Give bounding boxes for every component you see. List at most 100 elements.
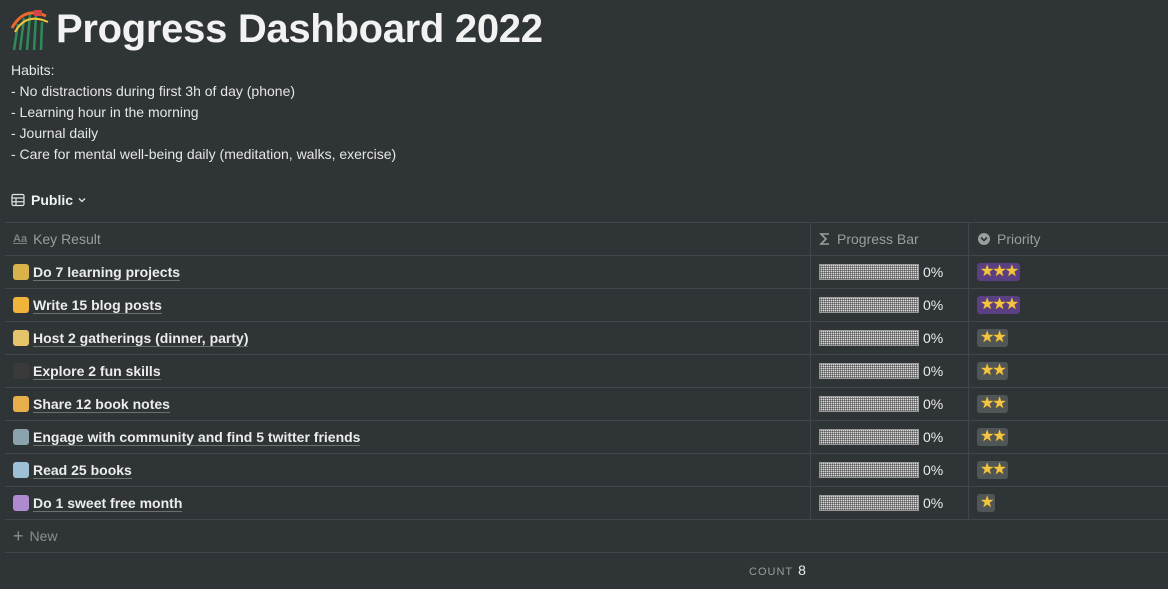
- chevron-down-icon: [78, 198, 86, 203]
- progress-cell[interactable]: 0%: [811, 388, 969, 420]
- progress-percent: 0%: [923, 495, 944, 511]
- table-row[interactable]: Share 12 book notes 0% ★ ★: [5, 388, 1168, 421]
- progress-cell[interactable]: 0%: [811, 289, 969, 321]
- key-result-cell[interactable]: Write 15 blog posts: [5, 289, 811, 321]
- count-summary[interactable]: COUNT 8: [749, 562, 806, 578]
- select-property-icon: [977, 232, 991, 246]
- progress-cell[interactable]: 0%: [811, 322, 969, 354]
- star-icon: ★: [980, 494, 994, 511]
- progress-cell[interactable]: 0%: [811, 355, 969, 387]
- table-row[interactable]: Write 15 blog posts 0% ★ ★ ★: [5, 289, 1168, 322]
- column-header-priority[interactable]: Priority: [969, 223, 1168, 255]
- star-icon: ★: [1004, 263, 1019, 280]
- key-result-cell[interactable]: Read 25 books: [5, 454, 811, 486]
- open-book-emoji-icon: [13, 462, 29, 478]
- key-result-cell[interactable]: Share 12 book notes: [5, 388, 811, 420]
- star-icon: ★: [980, 296, 994, 313]
- description-line: - Journal daily: [11, 125, 99, 141]
- key-result-title[interactable]: Share 12 book notes: [33, 396, 170, 413]
- progress-bar: [819, 264, 919, 280]
- table-row[interactable]: Do 7 learning projects 0% ★ ★ ★: [5, 256, 1168, 289]
- priority-tag[interactable]: ★ ★: [977, 461, 1008, 479]
- progress-bar: [819, 396, 919, 412]
- priority-cell[interactable]: ★: [969, 487, 1168, 519]
- progress-cell[interactable]: 0%: [811, 454, 969, 486]
- column-header-label: Key Result: [33, 231, 101, 247]
- table-row[interactable]: Engage with community and find 5 twitter…: [5, 421, 1168, 454]
- roller-coaster-icon: [10, 10, 49, 51]
- progress-cell[interactable]: 0%: [811, 421, 969, 453]
- key-result-cell[interactable]: Explore 2 fun skills: [5, 355, 811, 387]
- table-header: Aa Key Result Progress Bar Priority: [5, 223, 1168, 256]
- table-view-icon: [11, 193, 25, 207]
- star-icon: ★: [980, 263, 994, 280]
- priority-cell[interactable]: ★ ★: [969, 421, 1168, 453]
- priority-tag[interactable]: ★ ★: [977, 428, 1008, 446]
- key-result-cell[interactable]: Engage with community and find 5 twitter…: [5, 421, 811, 453]
- page-header: Progress Dashboard 2022: [10, 6, 543, 52]
- new-row-button[interactable]: + New: [5, 520, 1168, 553]
- key-result-title[interactable]: Do 1 sweet free month: [33, 495, 183, 512]
- page-title: Progress Dashboard 2022: [56, 6, 543, 51]
- star-icon: ★: [992, 296, 1006, 313]
- priority-cell[interactable]: ★ ★: [969, 355, 1168, 387]
- fish-emoji-icon: [13, 429, 29, 445]
- key-result-title[interactable]: Write 15 blog posts: [33, 297, 162, 314]
- count-value: 8: [798, 562, 806, 578]
- progress-bar: [819, 363, 919, 379]
- priority-tag[interactable]: ★ ★ ★: [977, 296, 1021, 314]
- progress-cell[interactable]: 0%: [811, 256, 969, 288]
- table-row[interactable]: Host 2 gatherings (dinner, party) 0% ★ ★: [5, 322, 1168, 355]
- priority-tag[interactable]: ★: [977, 494, 996, 512]
- key-result-title[interactable]: Explore 2 fun skills: [33, 363, 161, 380]
- description-line: - Learning hour in the morning: [11, 104, 199, 120]
- progress-percent: 0%: [923, 297, 944, 313]
- progress-percent: 0%: [923, 264, 944, 280]
- description-line: - Care for mental well-being daily (medi…: [11, 146, 397, 162]
- key-result-cell[interactable]: Host 2 gatherings (dinner, party): [5, 322, 811, 354]
- star-icon: ★: [992, 395, 1006, 412]
- priority-cell[interactable]: ★ ★: [969, 388, 1168, 420]
- column-header-label: Progress Bar: [837, 231, 919, 247]
- new-row-label: New: [29, 528, 58, 544]
- key-result-title[interactable]: Host 2 gatherings (dinner, party): [33, 330, 249, 347]
- champagne-emoji-icon: [13, 330, 29, 346]
- table-row[interactable]: Do 1 sweet free month 0% ★: [5, 487, 1168, 520]
- progress-cell[interactable]: 0%: [811, 487, 969, 519]
- database-table: Aa Key Result Progress Bar Priority Do 7…: [5, 222, 1168, 553]
- progress-bar: [819, 495, 919, 511]
- notebook-emoji-icon: [13, 396, 29, 412]
- progress-percent: 0%: [923, 363, 944, 379]
- description-line: - No distractions during first 3h of day…: [11, 83, 296, 99]
- column-header-label: Priority: [997, 231, 1041, 247]
- column-header-key-result[interactable]: Aa Key Result: [5, 223, 811, 255]
- table-row[interactable]: Read 25 books 0% ★ ★: [5, 454, 1168, 487]
- star-icon: ★: [980, 461, 994, 478]
- juggling-emoji-icon: [13, 363, 29, 379]
- column-header-progress[interactable]: Progress Bar: [811, 223, 969, 255]
- priority-tag[interactable]: ★ ★: [977, 329, 1008, 347]
- progress-percent: 0%: [923, 462, 944, 478]
- priority-tag[interactable]: ★ ★: [977, 395, 1008, 413]
- writing-hand-emoji-icon: [13, 297, 29, 313]
- view-label: Public: [31, 192, 74, 208]
- key-result-cell[interactable]: Do 7 learning projects: [5, 256, 811, 288]
- key-result-title[interactable]: Engage with community and find 5 twitter…: [33, 429, 361, 446]
- key-result-cell[interactable]: Do 1 sweet free month: [5, 487, 811, 519]
- priority-tag[interactable]: ★ ★ ★: [977, 263, 1021, 281]
- view-selector[interactable]: Public: [11, 190, 87, 210]
- priority-cell[interactable]: ★ ★ ★: [969, 289, 1168, 321]
- priority-cell[interactable]: ★ ★: [969, 322, 1168, 354]
- description-line: Habits:: [11, 62, 55, 78]
- priority-cell[interactable]: ★ ★ ★: [969, 256, 1168, 288]
- sigma-icon: [819, 232, 831, 246]
- key-result-title[interactable]: Do 7 learning projects: [33, 264, 181, 281]
- progress-percent: 0%: [923, 330, 944, 346]
- priority-tag[interactable]: ★ ★: [977, 362, 1008, 380]
- key-result-title[interactable]: Read 25 books: [33, 462, 132, 479]
- teacher-emoji-icon: [13, 264, 29, 280]
- table-row[interactable]: Explore 2 fun skills 0% ★ ★: [5, 355, 1168, 388]
- candy-emoji-icon: [13, 495, 29, 511]
- progress-bar: [819, 462, 919, 478]
- priority-cell[interactable]: ★ ★: [969, 454, 1168, 486]
